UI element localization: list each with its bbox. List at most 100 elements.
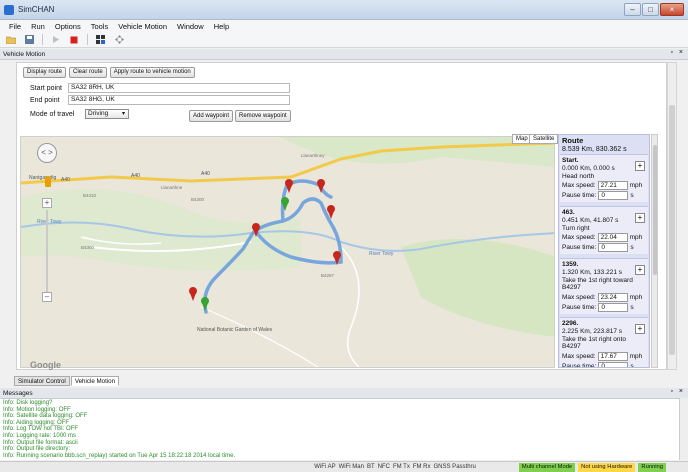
log-line: Info: Output file directory: [3, 446, 71, 453]
end-point-input[interactable]: SA32 8HG, UK [68, 95, 290, 105]
max-speed-input[interactable]: 23.24 [597, 293, 628, 303]
dock-controls[interactable]: ▫ × [670, 49, 685, 56]
toolbar [0, 32, 688, 48]
max-speed-input[interactable]: 27.21 [597, 181, 628, 191]
map-label-b4300: B4300 [191, 197, 205, 202]
pause-time-row: Pause time: 0 s [562, 243, 646, 253]
step-id: 463. [562, 209, 575, 216]
map-label-a40: A40 [201, 171, 210, 177]
dock-controls[interactable]: ▫ × [670, 388, 685, 395]
pan-control[interactable]: < > [37, 143, 57, 163]
zoom-out-button[interactable]: – [42, 292, 52, 302]
add-step-button[interactable]: + [635, 161, 645, 171]
remove-waypoint-button[interactable]: Remove waypoint [235, 110, 291, 122]
apply-route-button[interactable]: Apply route to vehicle motion [109, 67, 195, 78]
status-fm-rx: FM Rx [412, 464, 431, 470]
zoom-in-button[interactable]: + [42, 198, 52, 208]
max-speed-input[interactable]: 17.67 [597, 352, 628, 362]
map-label-a40: A40 [61, 177, 70, 183]
display-route-button[interactable]: Display route [23, 67, 67, 78]
stop-icon[interactable] [69, 35, 79, 45]
step-distance: 0.451 Km, 41.807 s [562, 216, 619, 224]
speed-unit: mph [629, 181, 643, 189]
route-step: Start. 0.000 Km, 0.000 s Head north + Ma… [560, 154, 648, 203]
map-type-satellite-button[interactable]: Satellite [529, 134, 559, 144]
pause-time-row: Pause time: 0 s [562, 303, 646, 313]
max-speed-row: Max speed: 27.21 mph [562, 181, 646, 191]
step-distance: 2.225 Km, 223.817 s [562, 327, 622, 335]
street-view-pegman-icon[interactable] [45, 176, 51, 187]
menu-run[interactable]: Run [26, 22, 50, 31]
mode-of-travel-select[interactable]: Driving [85, 109, 129, 119]
max-speed-row: Max speed: 23.24 mph [562, 293, 646, 303]
status-badge-running: Running [638, 462, 666, 472]
log-line: Info: Motion logging: OFF [3, 406, 71, 413]
start-point-input[interactable]: SA32 8RH, UK [68, 83, 290, 93]
step-id: 2296. [562, 320, 579, 327]
menu-help[interactable]: Help [209, 22, 234, 31]
save-icon[interactable] [24, 35, 34, 45]
route-panel-scrollbar[interactable] [651, 134, 658, 368]
map-canvas[interactable]: A40 Nantgaredig A40 A40 Llanarthne Llana… [21, 137, 555, 368]
time-unit: s [630, 303, 634, 311]
step-instruction: Head north [562, 172, 595, 180]
status-wifi-ap: WiFi AP [314, 464, 336, 470]
route-step: 1359. 1.320 Km, 133.221 s Take the 1st r… [560, 258, 648, 315]
add-step-button[interactable]: + [635, 213, 645, 223]
route-map[interactable]: A40 Nantgaredig A40 A40 Llanarthne Llana… [20, 136, 555, 368]
messages-scrollbar[interactable] [679, 398, 688, 460]
map-label-botanic-garden: National Botanic Garden of Wales [197, 327, 273, 333]
step-instruction: Take the 1st right toward B4297 [562, 276, 633, 292]
open-folder-icon[interactable] [6, 35, 16, 45]
pause-time-input[interactable]: 0 [598, 191, 629, 201]
window-controls: – □ × [624, 3, 684, 16]
toolbar-separator [42, 34, 43, 45]
pause-time-input[interactable]: 0 [598, 303, 629, 313]
clear-route-button[interactable]: Clear route [69, 67, 107, 78]
menu-options[interactable]: Options [50, 22, 86, 31]
scrollbar-thumb[interactable] [653, 145, 657, 275]
minimize-button[interactable]: – [624, 3, 641, 16]
add-step-button[interactable]: + [635, 324, 645, 334]
play-icon[interactable] [51, 35, 61, 45]
status-gnss-passthru: GNSS Passthru [433, 464, 476, 470]
pause-time-input[interactable]: 0 [598, 243, 629, 253]
pause-time-label: Pause time: [562, 362, 597, 368]
status-wifi-man: WiFi Man [338, 464, 364, 470]
menu-file[interactable]: File [4, 22, 26, 31]
max-speed-input[interactable]: 22.04 [597, 233, 628, 243]
map-label-b4310: B4310 [83, 193, 97, 198]
menu-tools[interactable]: Tools [86, 22, 114, 31]
log-line: Info: Log TOW not TBI: OFF [3, 426, 79, 433]
scrollbar-thumb[interactable] [669, 105, 675, 355]
cluster-icon[interactable] [96, 35, 106, 45]
panel-scrollbar[interactable] [667, 62, 677, 370]
app-icon [4, 4, 14, 15]
zoom-slider[interactable] [46, 210, 48, 292]
pause-time-row: Pause time: 0 s [562, 191, 646, 201]
map-label-river-towy: River Towy [369, 251, 394, 257]
time-unit: s [630, 243, 634, 251]
log-line: Info: Logging rate: 1000 ms [3, 432, 77, 439]
log-line: Info: Disk logging? [3, 400, 53, 406]
menu-window[interactable]: Window [172, 22, 209, 31]
map-label-llanarthne: Llanarthne [161, 185, 183, 190]
add-step-button[interactable]: + [635, 265, 645, 275]
messages-log[interactable]: Info: Disk logging? Info: Motion logging… [0, 398, 679, 460]
step-distance: 1.320 Km, 133.221 s [562, 268, 622, 276]
status-badge-hardware: Not using Hardware [578, 462, 636, 472]
pause-time-input[interactable]: 0 [598, 362, 629, 367]
max-speed-label: Max speed: [562, 293, 596, 301]
status-bt: BT [366, 464, 375, 470]
tab-simulator-control[interactable]: Simulator Control [14, 376, 70, 386]
pause-time-label: Pause time: [562, 303, 597, 311]
title-bar: SimCHAN – □ × [0, 0, 688, 20]
menu-vehicle-motion[interactable]: Vehicle Motion [113, 22, 172, 31]
status-badge-mode: Multi channel Mode [518, 462, 576, 472]
maximize-button[interactable]: □ [642, 3, 659, 16]
add-waypoint-button[interactable]: Add waypoint [189, 110, 234, 122]
close-button[interactable]: × [660, 3, 684, 16]
tab-vehicle-motion[interactable]: Vehicle Motion [70, 376, 120, 386]
move-icon[interactable] [114, 35, 124, 45]
speed-unit: mph [629, 352, 643, 360]
